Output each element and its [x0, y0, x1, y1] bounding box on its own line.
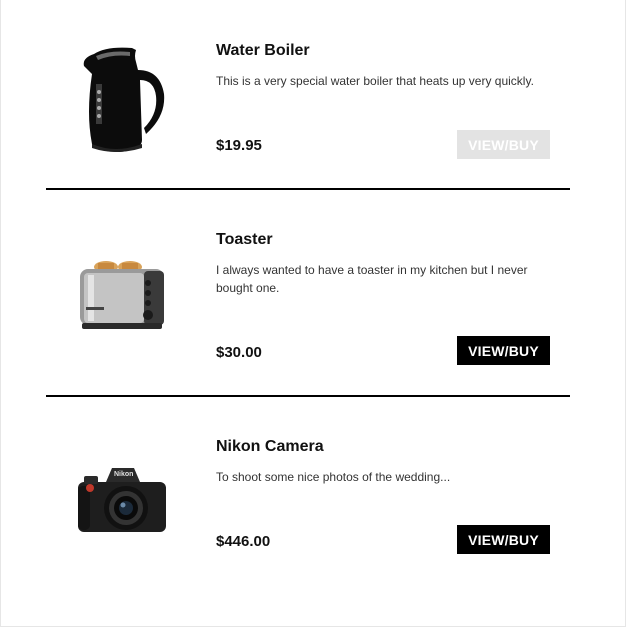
product-price: $446.00 [216, 533, 271, 550]
toaster-icon [80, 261, 164, 329]
product-description: To shoot some nice photos of the wedding… [216, 470, 451, 484]
product-description: I always wanted to have a toaster in my … [216, 263, 528, 295]
kettle-icon [83, 47, 165, 152]
product-image-nikon-camera[interactable]: Nikon [72, 443, 172, 553]
camera-brand-logo: Nikon [114, 471, 133, 478]
product-price: $19.95 [216, 137, 262, 154]
product-title[interactable]: Toaster [216, 231, 273, 249]
view-buy-button[interactable]: VIEW/BUY [457, 525, 550, 554]
product-item-water-boiler: Water Boiler This is a very special wate… [46, 0, 570, 188]
product-title[interactable]: Nikon Camera [216, 438, 324, 456]
view-buy-button[interactable]: VIEW/BUY [457, 130, 550, 159]
view-buy-button[interactable]: VIEW/BUY [457, 336, 550, 365]
product-image-toaster[interactable] [72, 236, 172, 346]
product-item-nikon-camera: Nikon Nikon Camera To shoot some nice ph… [46, 397, 570, 597]
product-price: $30.00 [216, 344, 262, 361]
product-title[interactable]: Water Boiler [216, 42, 310, 60]
product-image-water-boiler[interactable] [72, 44, 172, 154]
camera-icon: Nikon [78, 468, 166, 532]
product-item-toaster: Toaster I always wanted to have a toaste… [46, 190, 570, 396]
product-description: This is a very special water boiler that… [216, 74, 534, 88]
